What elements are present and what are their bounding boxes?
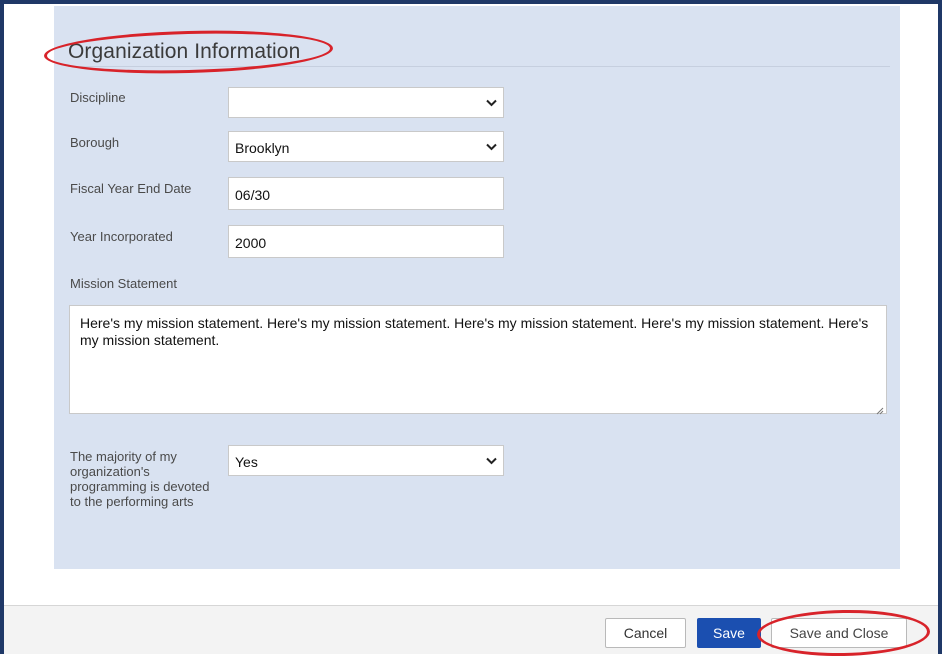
- section-title: Organization Information: [68, 40, 301, 63]
- performing-arts-label: The majority of my organization's progra…: [70, 449, 210, 509]
- year-incorporated-label: Year Incorporated: [70, 229, 173, 244]
- save-and-close-button[interactable]: Save and Close: [771, 618, 907, 648]
- discipline-select[interactable]: [228, 87, 504, 118]
- fiscal-year-end-input[interactable]: 06/30: [228, 177, 504, 210]
- fiscal-year-end-value: 06/30: [235, 186, 271, 203]
- resize-grip-icon[interactable]: [875, 402, 884, 415]
- discipline-value: [235, 102, 479, 104]
- chevron-down-icon: [479, 446, 503, 475]
- year-incorporated-value: 2000: [235, 234, 267, 251]
- section-divider: [68, 66, 890, 67]
- borough-value: Brooklyn: [235, 139, 290, 156]
- discipline-label: Discipline: [70, 90, 126, 105]
- chevron-down-icon: [479, 132, 503, 161]
- borough-label: Borough: [70, 135, 120, 150]
- fiscal-year-end-label: Fiscal Year End Date: [70, 181, 192, 196]
- cancel-button[interactable]: Cancel: [605, 618, 686, 648]
- mission-statement-textarea[interactable]: Here's my mission statement. Here's my m…: [69, 305, 887, 415]
- chevron-down-icon: [479, 88, 503, 117]
- performing-arts-value: Yes: [235, 453, 258, 470]
- save-button[interactable]: Save: [697, 618, 761, 648]
- mission-statement-value: Here's my mission statement. Here's my m…: [80, 315, 869, 348]
- year-incorporated-input[interactable]: 2000: [228, 225, 504, 258]
- borough-select[interactable]: Brooklyn: [228, 131, 504, 162]
- mission-statement-label: Mission Statement: [70, 276, 177, 291]
- performing-arts-select[interactable]: Yes: [228, 445, 504, 476]
